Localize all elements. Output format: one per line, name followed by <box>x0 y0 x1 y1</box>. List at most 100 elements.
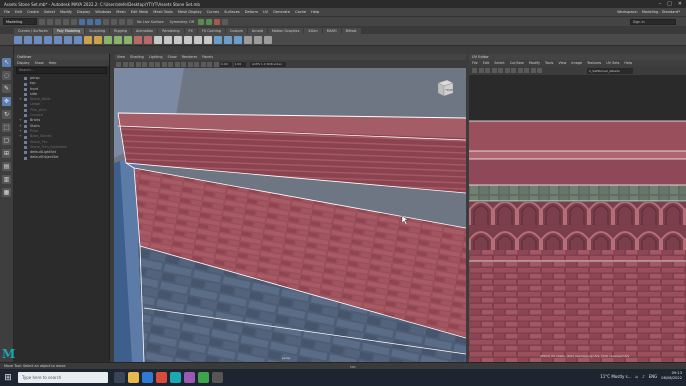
symmetry-label[interactable]: Symmetry: Off <box>170 20 195 24</box>
separate-icon[interactable] <box>114 35 122 44</box>
menu-curves[interactable]: Curves <box>207 10 219 14</box>
rotate-tool-icon[interactable]: ↻ <box>2 110 11 119</box>
menu-deform[interactable]: Deform <box>245 10 258 14</box>
taskbar-search-input[interactable]: Type here to search <box>18 372 108 383</box>
lock-camera-icon[interactable] <box>122 61 128 67</box>
smooth-shade-icon[interactable] <box>168 61 173 67</box>
menu-generate[interactable]: Generate <box>273 10 290 14</box>
poly-cylinder-icon[interactable] <box>34 35 42 44</box>
menu-windows[interactable]: Windows <box>95 10 111 14</box>
extrude-icon[interactable] <box>154 35 162 44</box>
edge-icon[interactable] <box>142 372 153 383</box>
poly-torus-icon[interactable] <box>54 35 62 44</box>
save-scene-icon[interactable] <box>55 18 61 25</box>
menu-create[interactable]: Create <box>27 10 39 14</box>
graph-layout-icon[interactable]: ▦ <box>2 188 11 197</box>
super-shape-icon[interactable] <box>84 35 92 44</box>
uv-texture-select[interactable]: 1_SetStone2_Albedo <box>587 67 633 74</box>
menu-display[interactable]: Display <box>77 10 90 14</box>
view-cube[interactable]: FRONT <box>434 76 456 98</box>
color-space-select[interactable]: ACES 1.0 SDR-video (sRGB) <box>250 61 286 71</box>
outliner-layout-icon[interactable]: ▤ <box>2 162 11 171</box>
uv-image-display-icon[interactable] <box>511 68 516 73</box>
center-pivot-icon[interactable] <box>264 35 272 44</box>
outliner-item-default-object-set[interactable]: defaultObjectSet <box>14 155 109 161</box>
volume-icon[interactable]: ♪ <box>642 374 645 379</box>
exposure-field[interactable]: 0.00 <box>220 61 232 67</box>
target-weld-icon[interactable] <box>204 35 212 44</box>
four-view-icon[interactable]: ⊞ <box>2 149 11 158</box>
live-surface-label[interactable]: No Live Surface <box>137 20 164 24</box>
weather-widget[interactable]: 11°C Mostly s... <box>600 374 631 379</box>
select-by-hierarchy-icon[interactable] <box>79 18 85 25</box>
close-button[interactable]: ✕ <box>678 1 682 7</box>
uv-layout-icon[interactable]: ▥ <box>2 175 11 184</box>
task-view-icon[interactable] <box>114 372 125 383</box>
image-plane-icon[interactable] <box>135 61 141 67</box>
poly-sphere-icon[interactable] <box>14 35 22 44</box>
menu-file[interactable]: File <box>4 10 10 14</box>
menu-mesh-tools[interactable]: Mesh Tools <box>153 10 172 14</box>
menu-select[interactable]: Select <box>44 10 55 14</box>
paint-select-icon[interactable]: ✎ <box>2 84 11 93</box>
clock[interactable]: 09:13 08/08/2022 <box>661 371 682 381</box>
menu-edit-mesh[interactable]: Edit Mesh <box>131 10 149 14</box>
uv-pixel-snap-icon[interactable] <box>504 68 510 73</box>
uv-alpha-icon[interactable] <box>537 68 542 73</box>
uv-editor-view[interactable] <box>469 75 686 362</box>
snap-grid-icon[interactable] <box>103 18 109 25</box>
new-scene-icon[interactable] <box>39 18 45 25</box>
wireframe-on-shaded-icon[interactable] <box>174 61 180 67</box>
poly-cone-icon[interactable] <box>44 35 52 44</box>
freeze-transform-icon[interactable] <box>254 35 262 44</box>
bevel-icon[interactable] <box>174 35 182 44</box>
mirror-icon[interactable] <box>144 35 152 44</box>
planar-map-icon[interactable] <box>224 35 232 44</box>
outliner-menu-show[interactable]: Show <box>35 60 44 66</box>
network-icon[interactable]: ⌂ <box>636 374 639 379</box>
language-indicator[interactable]: ENG <box>649 374 658 379</box>
combine-icon[interactable] <box>104 35 112 44</box>
menu-help[interactable]: Help <box>311 10 319 14</box>
multi-cut-icon[interactable] <box>194 35 202 44</box>
textured-icon[interactable] <box>181 61 186 67</box>
menu-mesh-display[interactable]: Mesh Display <box>178 10 202 14</box>
chrome-icon[interactable] <box>156 372 167 383</box>
single-view-icon[interactable]: ▢ <box>2 136 11 145</box>
uv-shaded-icon[interactable] <box>478 68 484 73</box>
ambient-occlusion-icon[interactable] <box>200 61 206 67</box>
select-camera-icon[interactable] <box>116 61 121 67</box>
3d-viewport[interactable]: FRONT persp <box>114 68 466 362</box>
open-scene-icon[interactable] <box>47 18 53 25</box>
fill-hole-icon[interactable] <box>184 35 192 44</box>
app-icon[interactable] <box>212 372 223 383</box>
outliner-search-input[interactable]: Search... <box>16 67 107 74</box>
sign-in-button[interactable]: Sign In <box>630 18 676 25</box>
lasso-tool-icon[interactable]: ◌ <box>2 71 11 80</box>
render-settings-icon[interactable] <box>214 18 221 25</box>
ipr-render-icon[interactable] <box>206 18 213 25</box>
undo-icon[interactable] <box>63 18 69 25</box>
maya-taskbar-icon[interactable] <box>170 372 181 383</box>
menu-surfaces[interactable]: Surfaces <box>224 10 240 14</box>
scale-tool-icon[interactable]: ⬚ <box>2 123 11 132</box>
windows-start-icon[interactable]: ⊞ <box>0 369 16 386</box>
menuset-select[interactable]: Modeling <box>3 18 37 25</box>
select-tool-icon[interactable]: ↖ <box>2 58 11 67</box>
uv-checker-icon[interactable] <box>485 68 490 73</box>
uv-rgb-icon[interactable] <box>530 68 536 73</box>
minimize-button[interactable]: – <box>659 1 662 7</box>
uv-grid-icon[interactable] <box>498 68 503 73</box>
menu-mesh[interactable]: Mesh <box>116 10 125 14</box>
lights-icon[interactable] <box>187 61 193 67</box>
menu-edit[interactable]: Edit <box>15 10 22 14</box>
hypershade-icon[interactable] <box>222 18 229 25</box>
auto-uv-icon[interactable] <box>234 35 242 44</box>
shadows-icon[interactable] <box>194 61 199 67</box>
wireframe-icon[interactable] <box>161 61 167 67</box>
substance-icon[interactable] <box>184 372 195 383</box>
poly-cube-icon[interactable] <box>24 35 32 44</box>
workspace-select[interactable]: Modeling - Standard* <box>642 10 680 14</box>
boolean-icon[interactable] <box>134 35 142 44</box>
film-gate-icon[interactable] <box>148 61 154 67</box>
